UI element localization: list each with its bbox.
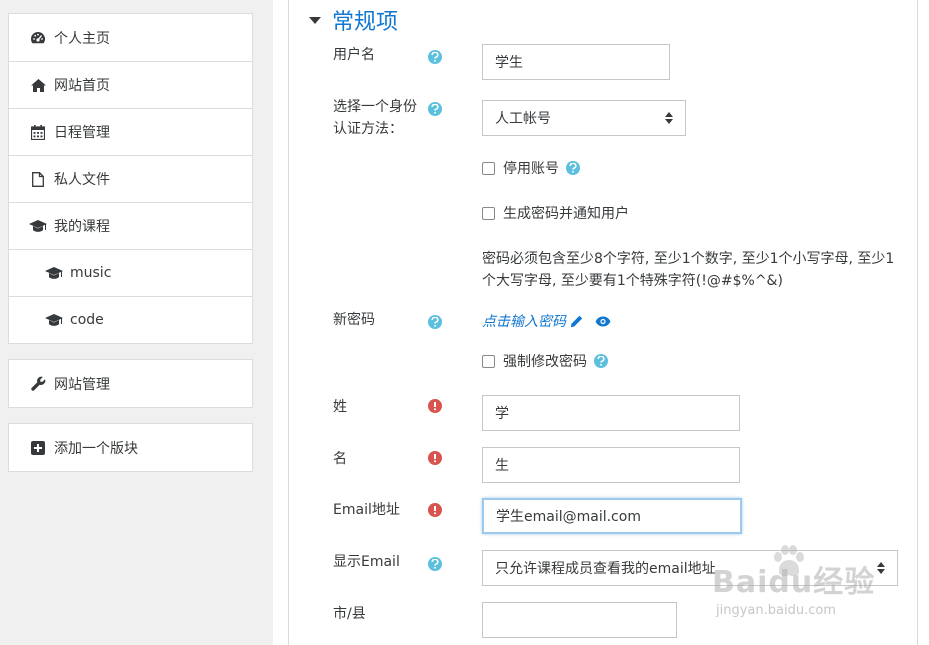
- baidu-jingyan-watermark: Baidu经验 jingyan.baidu.com: [700, 545, 900, 625]
- generate-password-label: 生成密码并通知用户: [503, 206, 629, 222]
- help-icon[interactable]: [594, 354, 608, 368]
- city-input[interactable]: [482, 602, 677, 638]
- enter-password-link[interactable]: 点击输入密码: [482, 311, 566, 331]
- file-icon: [29, 171, 47, 187]
- suspend-row: 停用账号: [482, 158, 580, 178]
- watermark-url: jingyan.baidu.com: [716, 603, 836, 618]
- sidebar-item-label: music: [70, 265, 112, 281]
- sidebar-item-private-files[interactable]: 私人文件: [9, 155, 252, 202]
- help-icon[interactable]: [566, 161, 580, 175]
- plus-square-icon: [29, 440, 47, 456]
- display-email-label: 显示Email: [333, 554, 400, 570]
- help-icon[interactable]: [428, 315, 442, 329]
- select-arrows-icon: [665, 112, 673, 124]
- required-icon: [428, 451, 442, 465]
- add-block-panel: 添加一个版块: [8, 423, 253, 472]
- graduation-cap-icon: [29, 218, 47, 234]
- graduation-cap-icon: [45, 312, 63, 328]
- lastname-input[interactable]: [482, 447, 740, 483]
- username-input[interactable]: [482, 44, 670, 80]
- sidebar-item-label: 个人主页: [54, 30, 110, 47]
- watermark-brand: Baidu经验: [712, 565, 876, 600]
- sidebar-item-my-courses[interactable]: 我的课程: [9, 202, 252, 249]
- sidebar-item-label: 日程管理: [54, 125, 110, 141]
- new-password-label: 新密码: [333, 312, 375, 328]
- panel-border-left: [288, 0, 289, 645]
- email-input[interactable]: [482, 498, 742, 534]
- generate-password-checkbox[interactable]: [482, 206, 495, 220]
- eye-icon[interactable]: [595, 316, 611, 327]
- suspend-checkbox[interactable]: [482, 161, 495, 175]
- sidebar-item-site-home[interactable]: 网站首页: [9, 61, 252, 108]
- display-email-value: 只允许课程成员查看我的email地址: [495, 561, 716, 577]
- auth-method-label: 选择一个身份 认证方法：: [333, 96, 428, 140]
- password-policy-text: 密码必须包含至少8个字符, 至少1个数字, 至少1个小写字母, 至少1个大写字母…: [482, 251, 895, 289]
- pencil-icon[interactable]: [570, 315, 583, 328]
- panel-border-right: [917, 0, 918, 645]
- sidebar-item-label: code: [70, 312, 104, 328]
- sidebar-item-dashboard[interactable]: 个人主页: [9, 14, 252, 61]
- add-block-button[interactable]: 添加一个版块: [9, 424, 252, 471]
- admin-block: 网站管理: [8, 359, 253, 408]
- section-title: 常规项: [332, 10, 399, 35]
- sidebar-item-course-code[interactable]: code: [9, 296, 252, 343]
- section-header-general[interactable]: 常规项: [309, 4, 398, 36]
- sidebar-item-label: 网站管理: [54, 376, 110, 393]
- graduation-cap-icon: [45, 265, 63, 281]
- sidebar-item-site-admin[interactable]: 网站管理: [9, 360, 252, 407]
- sidebar-item-label: 我的课程: [54, 219, 110, 235]
- sidebar-item-course-music[interactable]: music: [9, 249, 252, 296]
- calendar-icon: [29, 124, 47, 140]
- add-block-label: 添加一个版块: [54, 440, 138, 457]
- help-icon[interactable]: [428, 557, 442, 571]
- wrench-icon: [29, 376, 47, 392]
- sidebar-item-label: 私人文件: [54, 172, 110, 188]
- force-change-row: 强制修改密码: [482, 351, 608, 371]
- help-icon[interactable]: [428, 102, 442, 116]
- collapse-caret-icon[interactable]: [309, 16, 321, 24]
- auth-method-label-line1: 选择一个身份: [333, 99, 417, 115]
- help-icon[interactable]: [428, 50, 442, 64]
- force-change-label: 强制修改密码: [503, 354, 587, 370]
- email-label: Email地址: [333, 502, 400, 518]
- suspend-label: 停用账号: [503, 161, 559, 177]
- navigation-block: 个人主页 网站首页 日程管理 私人文件 我的课程 music code: [8, 13, 253, 344]
- sidebar-item-calendar[interactable]: 日程管理: [9, 108, 252, 155]
- firstname-input[interactable]: [482, 395, 740, 431]
- force-change-checkbox[interactable]: [482, 354, 495, 368]
- username-label: 用户名: [333, 47, 375, 63]
- generate-password-row: 生成密码并通知用户: [482, 203, 629, 223]
- required-icon: [428, 399, 442, 413]
- city-label: 市/县: [333, 606, 366, 622]
- new-password-editor: 点击输入密码: [482, 311, 611, 331]
- home-icon: [29, 77, 47, 93]
- required-icon: [428, 503, 442, 517]
- auth-method-label-line2: 认证方法：: [333, 121, 403, 137]
- auth-method-select[interactable]: 人工帐号: [482, 100, 686, 136]
- sidebar-item-label: 网站首页: [54, 78, 110, 94]
- firstname-label: 姓: [333, 399, 347, 415]
- lastname-label: 名: [333, 451, 347, 467]
- dashboard-icon: [29, 30, 47, 46]
- auth-method-value: 人工帐号: [495, 111, 551, 127]
